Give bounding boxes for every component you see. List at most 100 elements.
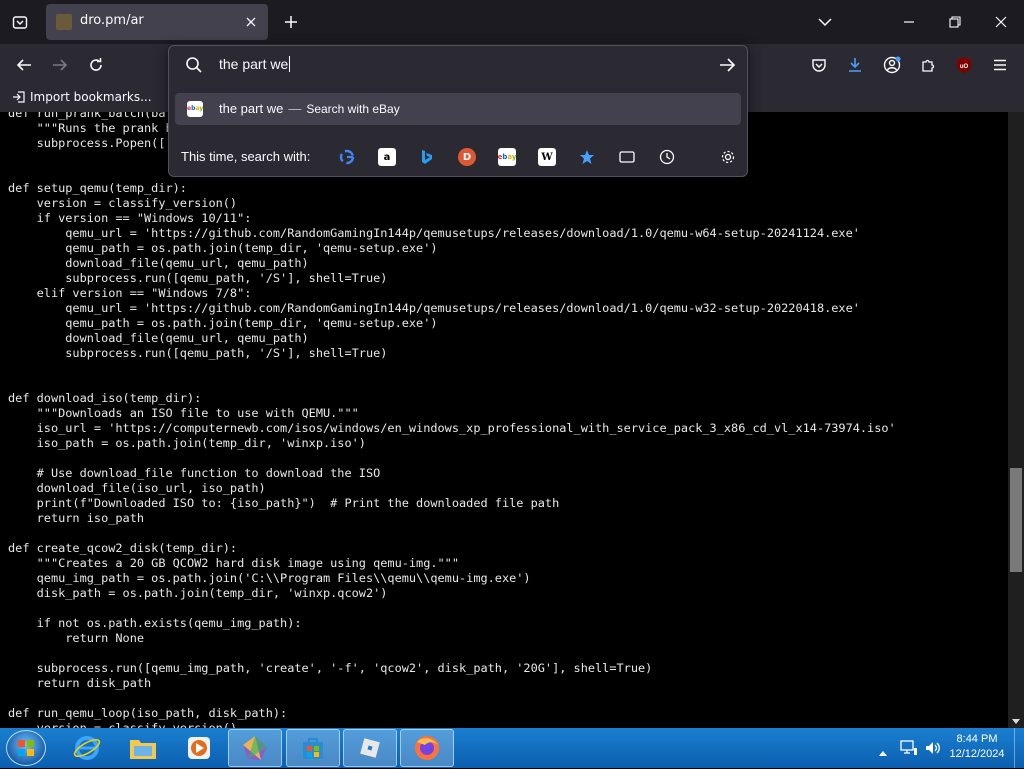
code-line: download_file(iso_url, iso_path): [8, 481, 266, 495]
plus-icon: [285, 16, 297, 28]
forward-button[interactable]: [48, 53, 72, 77]
windows-taskbar: 8:44 PM 12/12/2024: [0, 728, 1024, 768]
import-bookmarks-label: Import bookmarks...: [30, 90, 152, 104]
clock-icon: [659, 149, 675, 165]
restore-button[interactable]: [943, 10, 967, 34]
page-content: def run_prank_batch(bat """Runs the pran…: [0, 112, 1008, 728]
new-tab-button[interactable]: [279, 10, 303, 34]
urlbar-input-row[interactable]: the part we: [169, 46, 747, 84]
wikipedia-engine-button[interactable]: W: [538, 148, 556, 166]
search-suggestion-row[interactable]: ebay the part we — Search with eBay: [175, 93, 741, 125]
code-line: elif version == "Windows 7/8":: [8, 286, 252, 300]
list-all-tabs-button[interactable]: [8, 10, 32, 34]
ebay-engine-button[interactable]: ebay: [498, 148, 516, 166]
extensions-button[interactable]: [916, 53, 940, 77]
network-status[interactable]: [900, 739, 918, 761]
media-player-button[interactable]: [172, 729, 226, 767]
firefox-button[interactable]: [400, 729, 454, 767]
code-line: def setup_qemu(temp_dir):: [8, 181, 187, 195]
code-line: subprocess.run([qemu_img_path, 'create',…: [8, 661, 653, 675]
roblox-app-button[interactable]: [343, 729, 397, 767]
show-desktop-button[interactable]: [1014, 728, 1024, 768]
arrow-left-icon: [16, 59, 31, 71]
downloads-button[interactable]: [843, 53, 867, 77]
suggestion-text: the part we — Search with eBay: [219, 101, 400, 116]
minimize-button[interactable]: [897, 10, 921, 34]
one-off-label: This time, search with:: [181, 149, 311, 164]
pocket-button[interactable]: [807, 53, 831, 77]
code-line: subprocess.run([qemu_path, '/S'], shell=…: [8, 271, 388, 285]
history-search-button[interactable]: [658, 148, 676, 166]
code-line: qemu_url = 'https://github.com/RandomGam…: [8, 301, 860, 315]
tab-overflow-button[interactable]: [813, 10, 837, 34]
tabs-search-button[interactable]: [618, 148, 636, 166]
page-scrollbar[interactable]: [1008, 112, 1024, 728]
store-app-button[interactable]: [286, 729, 340, 767]
reload-button[interactable]: [84, 53, 108, 77]
start-button[interactable]: [6, 730, 46, 766]
scroll-down-arrow-icon[interactable]: [1012, 719, 1020, 724]
text-caret: [289, 56, 291, 72]
gear-icon: [721, 150, 735, 164]
puzzle-icon: [922, 59, 935, 72]
go-arrow-icon[interactable]: [717, 55, 737, 75]
svg-text:uO: uO: [960, 64, 969, 70]
show-hidden-icons-button[interactable]: [878, 742, 888, 761]
active-tab[interactable]: dro.pm/ar: [46, 4, 268, 40]
ebay-icon: ebay: [497, 153, 517, 161]
import-bookmarks-button[interactable]: Import bookmarks...: [12, 90, 152, 104]
back-button[interactable]: [12, 53, 36, 77]
media-player-icon: [188, 737, 210, 759]
code-line: version = classify_version(): [8, 196, 238, 210]
close-icon: [995, 16, 1007, 28]
scrollbar-thumb[interactable]: [1010, 468, 1022, 572]
bookmarks-search-button[interactable]: [578, 148, 596, 166]
account-button[interactable]: [880, 53, 904, 77]
import-icon: [13, 91, 25, 103]
code-line: version = classify_version(): [8, 721, 238, 728]
close-window-button[interactable]: [989, 10, 1013, 34]
chevron-up-icon: [879, 751, 887, 756]
restore-icon: [949, 16, 961, 28]
internet-explorer-icon: [73, 736, 101, 760]
store-icon: [303, 738, 323, 759]
volume-control[interactable]: [924, 739, 942, 761]
bing-engine-button[interactable]: [418, 148, 436, 166]
google-engine-button[interactable]: [338, 148, 356, 166]
code-line: download_file(qemu_url, qemu_path): [8, 331, 309, 345]
file-explorer-button[interactable]: [116, 729, 170, 767]
app-menu-button[interactable]: [988, 53, 1012, 77]
code-line: qemu_url = 'https://github.com/RandomGam…: [8, 226, 860, 240]
ublock-origin-button[interactable]: uO: [952, 53, 976, 77]
tab-strip: dro.pm/ar: [0, 0, 1024, 44]
paint-app-button[interactable]: [228, 729, 282, 767]
amazon-engine-button[interactable]: a: [378, 148, 396, 166]
code-line: def run_qemu_loop(iso_path, disk_path):: [8, 706, 288, 720]
system-clock[interactable]: 8:44 PM 12/12/2024: [946, 732, 1008, 762]
urlbar-input[interactable]: the part we: [219, 56, 291, 72]
search-icon: [186, 57, 202, 73]
suggestion-query: the part we: [219, 101, 284, 116]
close-tab-button[interactable]: [242, 13, 260, 31]
clock-date: 12/12/2024: [949, 748, 1005, 760]
code-line: def download_iso(temp_dir):: [8, 391, 202, 405]
close-icon: [246, 17, 256, 27]
ebay-icon: ebay: [187, 101, 203, 117]
duckduckgo-engine-button[interactable]: D: [458, 148, 476, 166]
clock-time: 8:44 PM: [956, 733, 998, 745]
internet-explorer-button[interactable]: [60, 729, 114, 767]
code-line: return iso_path: [8, 511, 145, 525]
ublock-icon: uO: [957, 57, 971, 73]
code-line: iso_path = os.path.join(temp_dir, 'winxp…: [8, 436, 366, 450]
code-line: return None: [8, 631, 145, 645]
code-line: def create_qcow2_disk(temp_dir):: [8, 541, 238, 555]
firefox-icon: [415, 736, 439, 760]
suggestion-separator: —: [288, 101, 302, 116]
search-settings-button[interactable]: [719, 148, 737, 166]
